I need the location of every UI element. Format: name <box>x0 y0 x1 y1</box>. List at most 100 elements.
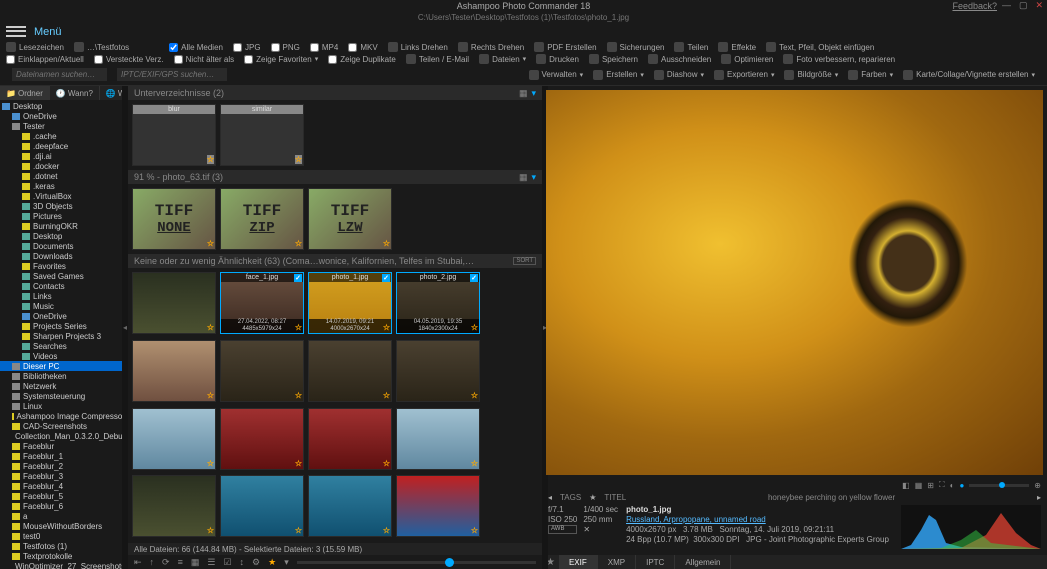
thumbnail[interactable]: ☆ <box>220 475 304 537</box>
thumbnail[interactable]: ☆ <box>132 475 216 537</box>
view-grid-icon[interactable]: ▦ <box>191 557 200 568</box>
group-grid-icon[interactable]: ▦ <box>519 172 528 183</box>
tree-item-contacts[interactable]: Contacts <box>0 281 127 291</box>
sort-icon[interactable]: ↕ <box>240 557 245 567</box>
tags-prev-icon[interactable]: ◂ <box>548 493 552 502</box>
dropdown-exportieren[interactable]: Exportieren ▾ <box>714 70 774 80</box>
meta-tab-exif[interactable]: EXIF <box>559 555 598 569</box>
group-subdirs-header[interactable]: Unterverzeichnisse (2) ▦▾ <box>128 86 542 100</box>
thumbnail[interactable]: ☆ <box>396 408 480 470</box>
prev-tool-icon[interactable]: ⛶ <box>939 480 945 490</box>
tags-next-icon[interactable]: ▸ <box>1037 493 1041 502</box>
view-detail-icon[interactable]: ☰ <box>207 557 215 568</box>
toolbar-alle-medien[interactable]: Alle Medien <box>169 43 223 52</box>
tree-item-dieser-pc[interactable]: Dieser PC <box>0 361 127 371</box>
filename-search-input[interactable] <box>12 68 107 81</box>
prev-tool-icon[interactable]: ▦ <box>915 481 923 490</box>
bookmarks-button[interactable]: Lesezeichen <box>6 42 64 52</box>
thumbnail[interactable]: ☆ <box>308 475 392 537</box>
dropdown-bildgr-e[interactable]: Bildgröße ▾ <box>784 70 838 80</box>
thumbnail-size-slider[interactable] <box>297 561 536 564</box>
tree-item-documents[interactable]: Documents <box>0 241 127 251</box>
filter-icon[interactable]: ⚙ <box>252 557 260 568</box>
dropdown-erstellen[interactable]: Erstellen ▾ <box>593 70 644 80</box>
tree-item-3d-objects[interactable]: 3D Objects <box>0 201 127 211</box>
testfotos-bookmark[interactable]: …\Testfotos <box>74 42 129 52</box>
toolbar-speichern[interactable]: Speichern <box>589 54 638 64</box>
thumbnail[interactable]: ☆ <box>132 340 216 402</box>
tree-item-linux[interactable]: Linux <box>0 401 127 411</box>
close-button[interactable]: ✕ <box>1035 0 1043 11</box>
thumbnail[interactable]: blur☆ <box>132 104 216 166</box>
tree-item-faceblur-3[interactable]: Faceblur_3 <box>0 471 127 481</box>
thumbnail[interactable]: TIFFLZW☆ <box>308 188 392 250</box>
tree-item-netzwerk[interactable]: Netzwerk <box>0 381 127 391</box>
toolbar-jpg[interactable]: JPG <box>233 43 261 52</box>
maximize-button[interactable]: ▢ <box>1019 0 1028 11</box>
tree-item-saved-games[interactable]: Saved Games <box>0 271 127 281</box>
toolbar-ausschneiden[interactable]: Ausschneiden <box>648 54 711 64</box>
toolbar-zeige-favoriten[interactable]: Zeige Favoriten ▾ <box>244 55 318 64</box>
tree-item-mousewithoutborders[interactable]: MouseWithoutBorders <box>0 521 127 531</box>
tree-item-test0[interactable]: test0 <box>0 531 127 541</box>
tree-item-collection-man-0-3-2-0-debug-test[interactable]: Collection_Man_0.3.2.0_Debug_Test <box>0 431 127 441</box>
thumbnail[interactable]: TIFFZIP☆ <box>220 188 304 250</box>
nav-first-icon[interactable]: ⇤ <box>134 557 142 568</box>
toolbar-sicherungen[interactable]: Sicherungen <box>607 42 665 52</box>
tree-item-searches[interactable]: Searches <box>0 341 127 351</box>
thumbnail[interactable]: ☆ <box>396 475 480 537</box>
thumbnail[interactable]: ☆ <box>220 408 304 470</box>
meta-location-link[interactable]: Russland, Arpropopane, unnamed road <box>626 515 889 524</box>
toolbar-mp-[interactable]: MP4 <box>310 43 338 52</box>
tree-item-onedrive[interactable]: OneDrive <box>0 111 127 121</box>
tree-item-onedrive[interactable]: OneDrive <box>0 311 127 321</box>
dropdown-diashow[interactable]: Diashow ▾ <box>654 70 704 80</box>
collapse-left-icon[interactable]: ◂ <box>122 86 128 569</box>
tree-item-sharpen-projects-3[interactable]: Sharpen Projects 3 <box>0 331 127 341</box>
group-collapse-icon[interactable]: ▾ <box>531 172 536 183</box>
meta-tab-xmp[interactable]: XMP <box>598 555 636 569</box>
tree-item-cad-screenshots[interactable]: CAD-Screenshots <box>0 421 127 431</box>
menu-button[interactable]: Menü <box>34 26 62 38</box>
tree-item-favorites[interactable]: Favorites <box>0 261 127 271</box>
thumbnail[interactable]: face_1.jpg27.04.2022, 08:27 4485x5979x24… <box>220 272 304 334</box>
tree-item-desktop[interactable]: Desktop <box>0 231 127 241</box>
more-icon[interactable]: ▾ <box>284 557 289 568</box>
sidebar-tab-when[interactable]: 🕐 Wann? <box>50 86 100 100</box>
toolbar-zeige-duplikate[interactable]: Zeige Duplikate <box>328 55 396 64</box>
tree-item--dji-ai[interactable]: .dji.ai <box>0 151 127 161</box>
tag-star-icon[interactable]: ★ <box>589 493 596 502</box>
dropdown-verwalten[interactable]: Verwalten ▾ <box>529 70 584 80</box>
toolbar-mkv[interactable]: MKV <box>348 43 377 52</box>
tree-item-projects-series[interactable]: Projects Series <box>0 321 127 331</box>
hamburger-menu[interactable] <box>6 25 26 39</box>
tree-item-textprotokolle[interactable]: Textprotokolle <box>0 551 127 561</box>
tree-item--dotnet[interactable]: .dotnet <box>0 171 127 181</box>
toolbar-einklappen-aktuell[interactable]: Einklappen/Aktuell <box>6 55 84 64</box>
meta-tab-iptc[interactable]: IPTC <box>636 555 675 569</box>
tree-item-burningokr[interactable]: BurningOKR <box>0 221 127 231</box>
tree-item-ashampoo-image-compressor[interactable]: Ashampoo Image Compressor <box>0 411 127 421</box>
zoom-slider[interactable] <box>969 484 1029 487</box>
tree-item-tester[interactable]: Tester <box>0 121 127 131</box>
thumbnail[interactable]: photo_2.jpg04.05.2019, 19:35 1840x2300x2… <box>396 272 480 334</box>
tree-item-faceblur-1[interactable]: Faceblur_1 <box>0 451 127 461</box>
tree-item--keras[interactable]: .keras <box>0 181 127 191</box>
tree-item-testfotos-1-[interactable]: Testfotos (1) <box>0 541 127 551</box>
toolbar-png[interactable]: PNG <box>271 43 300 52</box>
tree-item-pictures[interactable]: Pictures <box>0 211 127 221</box>
tree-item-faceblur-5[interactable]: Faceblur_5 <box>0 491 127 501</box>
toolbar-links-drehen[interactable]: Links Drehen <box>388 42 448 52</box>
tree-item-a[interactable]: a <box>0 511 127 521</box>
group-grid-icon[interactable]: ▦ <box>519 88 528 99</box>
toolbar-versteckte-verz-[interactable]: Versteckte Verz. <box>94 55 164 64</box>
title-value[interactable]: honeybee perching on yellow flower <box>634 493 1029 502</box>
toolbar-optimieren[interactable]: Optimieren <box>721 54 773 64</box>
tree-item--deepface[interactable]: .deepface <box>0 141 127 151</box>
thumbnail[interactable]: similar☆ <box>220 104 304 166</box>
metadata-search-input[interactable] <box>117 68 227 81</box>
group-nosim-header[interactable]: Keine oder zu wenig Ähnlichkeit (63) (Co… <box>128 254 542 268</box>
tree-item--virtualbox[interactable]: .VirtualBox <box>0 191 127 201</box>
tree-item--docker[interactable]: .docker <box>0 161 127 171</box>
group-collapse-icon[interactable]: ▾ <box>531 88 536 99</box>
